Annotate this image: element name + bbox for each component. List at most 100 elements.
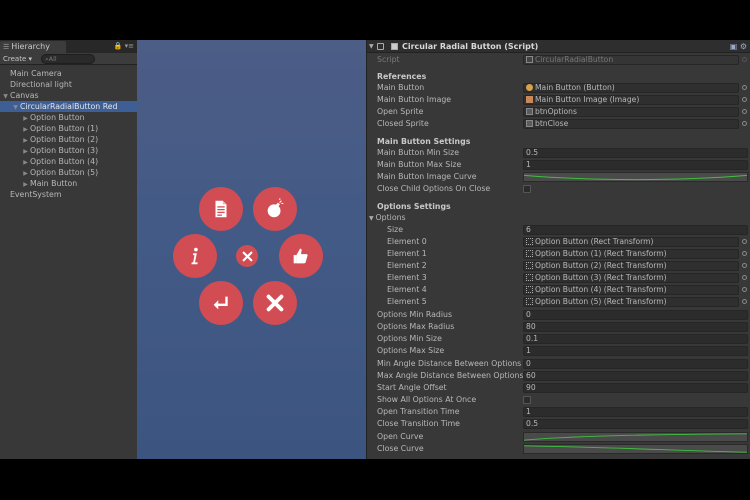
min-size-label: Main Button Min Size xyxy=(377,148,460,157)
object-picker-icon[interactable] xyxy=(742,275,747,280)
object-picker-icon[interactable] xyxy=(742,299,747,304)
open-time-input[interactable]: 1 xyxy=(523,407,748,417)
element-field[interactable]: Option Button (5) (Rect Transform) xyxy=(523,297,739,307)
element-row: Element 3 Option Button (3) (Rect Transf… xyxy=(367,272,750,283)
min-radius-value: 0 xyxy=(526,310,531,319)
object-picker-icon[interactable] xyxy=(742,239,747,244)
tree-item-label: CircularRadialButton Red xyxy=(20,102,118,111)
start-angle-row: Start Angle Offset 90 xyxy=(367,382,750,393)
element-row: Element 5 Option Button (5) (Rect Transf… xyxy=(367,296,750,307)
close-icon xyxy=(266,294,284,312)
hierarchy-search-input[interactable]: ⌕All xyxy=(41,54,95,64)
max-size-input[interactable]: 1 xyxy=(523,160,748,170)
close-curve[interactable] xyxy=(523,444,748,454)
tree-item-option-button-1[interactable]: ▶ Option Button (1) xyxy=(0,123,137,134)
close-curve-label: Close Curve xyxy=(377,444,424,453)
main-button-value: Main Button (Button) xyxy=(535,83,615,92)
element-row: Element 2 Option Button (2) (Rect Transf… xyxy=(367,260,750,271)
image-component-icon xyxy=(526,96,533,103)
tree-item-option-button-3[interactable]: ▶ Option Button (3) xyxy=(0,145,137,156)
opt-max-size-input[interactable]: 1 xyxy=(523,346,748,356)
option-button-bomb[interactable] xyxy=(253,187,297,231)
create-button[interactable]: Create ▾ xyxy=(3,54,32,64)
lock-icon[interactable]: 🔒 xyxy=(114,42,123,50)
tree-item-label: Option Button (1) xyxy=(30,124,99,133)
element-field[interactable]: Option Button (3) (Rect Transform) xyxy=(523,273,739,283)
component-header[interactable]: ▼ Circular Radial Button (Script) ▣ ⚙ xyxy=(367,40,750,53)
size-input[interactable]: 6 xyxy=(523,225,748,235)
open-sprite-field[interactable]: btnOptions xyxy=(523,107,739,117)
min-size-input[interactable]: 0.5 xyxy=(523,148,748,158)
element-field[interactable]: Option Button (2) (Rect Transform) xyxy=(523,261,739,271)
opt-min-size-input[interactable]: 0.1 xyxy=(523,334,748,344)
tree-item-event-system[interactable]: EventSystem xyxy=(0,189,137,200)
tree-item-circular-radial-button-red[interactable]: ▼ CircularRadialButton Red xyxy=(0,101,137,112)
tree-item-main-button[interactable]: ▶ Main Button xyxy=(0,178,137,189)
object-picker-icon[interactable] xyxy=(742,251,747,256)
close-child-label: Close Child Options On Close xyxy=(377,184,491,193)
closed-sprite-field[interactable]: btnClose xyxy=(523,119,739,129)
close-child-checkbox[interactable] xyxy=(523,185,531,193)
component-settings-icons[interactable]: ▣ ⚙ xyxy=(730,40,747,53)
hierarchy-tabbar: ☰ Hierarchy 🔒 ▾≡ xyxy=(0,40,137,53)
start-angle-input[interactable]: 90 xyxy=(523,383,748,393)
open-curve[interactable] xyxy=(523,432,748,442)
min-radius-row: Options Min Radius 0 xyxy=(367,309,750,320)
close-time-label: Close Transition Time xyxy=(377,419,460,428)
options-foldout-row[interactable]: ▼ Options xyxy=(367,212,750,223)
open-time-value: 1 xyxy=(526,407,531,416)
element-row: Element 0 Option Button (Rect Transform) xyxy=(367,236,750,247)
component-enabled-checkbox[interactable] xyxy=(391,43,398,50)
element-field[interactable]: Option Button (4) (Rect Transform) xyxy=(523,285,739,295)
min-angle-value: 0 xyxy=(526,359,531,368)
max-radius-value: 80 xyxy=(526,322,536,331)
min-angle-input[interactable]: 0 xyxy=(523,359,748,369)
max-size-label: Main Button Max Size xyxy=(377,160,462,169)
info-icon xyxy=(191,247,198,265)
expanded-triangle-icon[interactable]: ▼ xyxy=(369,40,374,53)
tree-item-option-button-2[interactable]: ▶ Option Button (2) xyxy=(0,134,137,145)
tree-item-canvas[interactable]: ▼ Canvas xyxy=(0,90,137,101)
option-button-document[interactable] xyxy=(199,187,243,231)
show-all-checkbox[interactable] xyxy=(523,396,531,404)
menu-icon[interactable]: ▾≡ xyxy=(125,42,134,50)
main-button-image-field[interactable]: Main Button Image (Image) xyxy=(523,95,739,105)
element-field[interactable]: Option Button (Rect Transform) xyxy=(523,237,739,247)
object-picker-icon[interactable] xyxy=(742,287,747,292)
element-label: Element 0 xyxy=(387,237,427,246)
options-label: Options xyxy=(375,213,406,222)
tree-item-option-button-4[interactable]: ▶ Option Button (4) xyxy=(0,156,137,167)
return-icon xyxy=(213,296,228,310)
tree-item-label: Main Button xyxy=(30,179,78,188)
option-button-thumbs-up[interactable] xyxy=(279,234,323,278)
tree-item-directional-light[interactable]: Directional light xyxy=(0,79,137,90)
max-angle-input[interactable]: 60 xyxy=(523,371,748,381)
tab-hierarchy[interactable]: ☰ Hierarchy xyxy=(0,41,66,53)
min-radius-input[interactable]: 0 xyxy=(523,310,748,320)
tree-item-option-button[interactable]: ▶ Option Button xyxy=(0,112,137,123)
option-button-info[interactable] xyxy=(173,234,217,278)
close-time-input[interactable]: 0.5 xyxy=(523,419,748,429)
object-picker-icon[interactable] xyxy=(742,109,747,114)
options-foldout[interactable]: ▼ Options xyxy=(369,212,406,224)
min-size-value: 0.5 xyxy=(526,148,539,157)
tree-item-main-camera[interactable]: Main Camera xyxy=(0,68,137,79)
option-button-return[interactable] xyxy=(199,281,243,325)
main-button-image-curve[interactable] xyxy=(523,172,748,182)
game-view xyxy=(137,40,366,459)
main-button-field[interactable]: Main Button (Button) xyxy=(523,83,739,93)
object-picker-icon[interactable] xyxy=(742,97,747,102)
tree-item-option-button-5[interactable]: ▶ Option Button (5) xyxy=(0,167,137,178)
main-button-small-close[interactable] xyxy=(236,245,258,267)
element-label: Element 5 xyxy=(387,297,427,306)
element-field[interactable]: Option Button (1) (Rect Transform) xyxy=(523,249,739,259)
object-picker-icon[interactable] xyxy=(742,121,747,126)
object-picker-icon[interactable] xyxy=(742,263,747,268)
main-button-close[interactable] xyxy=(253,281,297,325)
close-icon xyxy=(242,251,252,261)
object-picker-icon[interactable] xyxy=(742,85,747,90)
tree-item-label: Option Button xyxy=(30,113,85,122)
panel-menu-icons[interactable]: 🔒 ▾≡ xyxy=(114,41,134,52)
max-radius-input[interactable]: 80 xyxy=(523,322,748,332)
script-value: CircularRadialButton xyxy=(535,55,614,64)
